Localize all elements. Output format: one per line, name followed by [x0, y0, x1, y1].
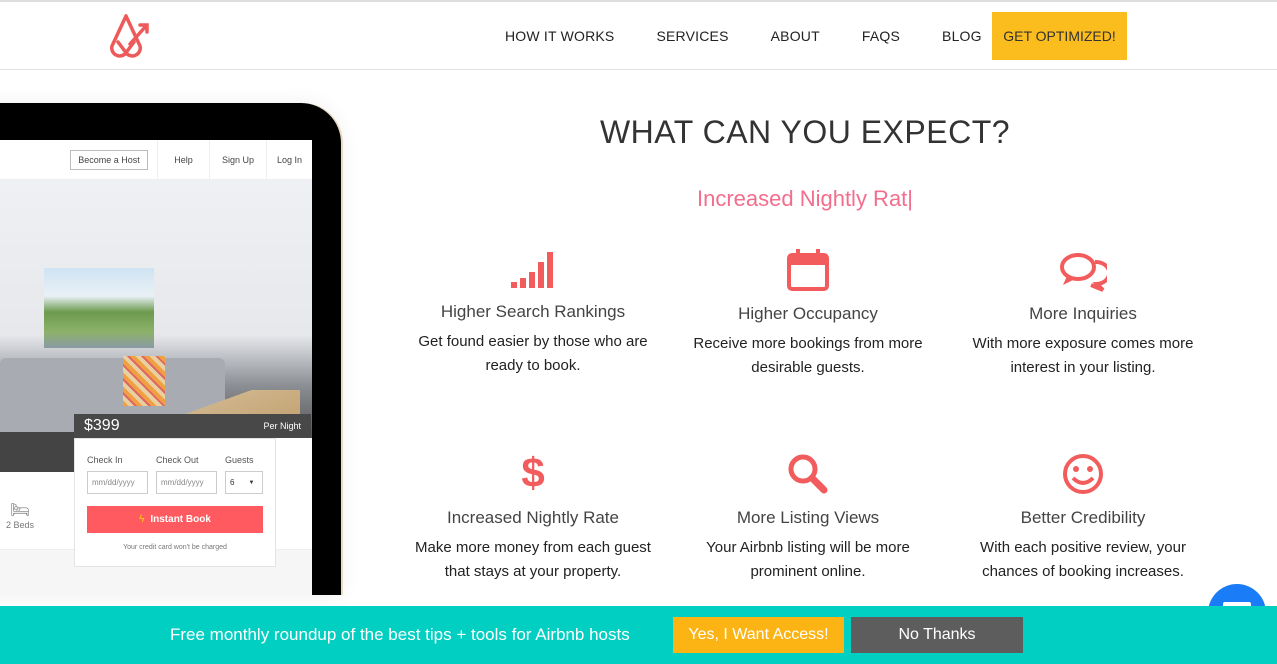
price: $399 [84, 417, 120, 434]
page-title: WHAT CAN YOU EXPECT? [599, 114, 1011, 150]
check-in-label: Check In [87, 455, 123, 465]
room-photo [0, 180, 312, 472]
bolt-icon: ϟ [139, 514, 145, 525]
check-out-label: Check Out [156, 455, 199, 465]
guests-select: 6 ▼ [225, 471, 263, 494]
site-header: HOW IT WORKS SERVICES ABOUT FAQS BLOG GE… [0, 2, 1277, 70]
feature-title: More Listing Views [736, 508, 880, 527]
subscribe-banner: Free monthly roundup of the best tips + … [0, 606, 1277, 664]
feature-more-listing-views: More Listing Views Your Airbnb listing w… [678, 452, 938, 584]
guests-label: Guests [225, 455, 254, 465]
nav-services[interactable]: SERVICES [656, 28, 728, 44]
sign-up-link: Sign Up [209, 140, 266, 180]
airbnb-listing-screenshot: Become a Host Help Sign Up Log In $399 P… [0, 140, 312, 595]
instant-book-label: Instant Book [150, 514, 211, 525]
smiley-icon [1063, 454, 1103, 494]
beds-info: 🛏 2 Beds [6, 500, 34, 530]
caret-icon: ▼ [248, 479, 255, 486]
main-nav: HOW IT WORKS SERVICES ABOUT FAQS BLOG [505, 12, 1024, 60]
feature-desc: Your Airbnb listing will be more promine… [706, 539, 910, 580]
feature-desc: Make more money from each guest that sta… [415, 539, 651, 580]
typed-subtitle: Increased Nightly Rat| [696, 186, 914, 211]
calendar-icon [787, 249, 829, 291]
feature-desc: With more exposure comes more interest i… [972, 335, 1194, 376]
feature-desc: Receive more bookings from more desirabl… [693, 335, 923, 376]
guests-value: 6 [230, 478, 235, 487]
no-thanks-button[interactable]: No Thanks [851, 617, 1023, 653]
nav-blog[interactable]: BLOG [942, 28, 982, 44]
banner-text: Free monthly roundup of the best tips + … [170, 625, 630, 644]
search-icon [788, 454, 828, 494]
logo-icon[interactable] [106, 12, 154, 60]
feature-higher-occupancy: Higher Occupancy Receive more bookings f… [678, 248, 938, 380]
instant-book-button: ϟ Instant Book [87, 506, 263, 533]
signal-bars-icon [511, 252, 553, 288]
yes-access-button[interactable]: Yes, I Want Access! [673, 617, 844, 653]
feature-better-credibility: Better Credibility With each positive re… [953, 452, 1213, 584]
price-bar: $399 Per Night [74, 414, 311, 438]
feature-increased-nightly-rate: $ Increased Nightly Rate Make more money… [403, 450, 663, 584]
log-in-link: Log In [266, 140, 312, 180]
feature-title: More Inquiries [1029, 304, 1137, 323]
nav-how-it-works[interactable]: HOW IT WORKS [505, 28, 614, 44]
check-in-input: mm/dd/yyyy [87, 471, 148, 494]
beds-label: 2 Beds [6, 520, 35, 530]
feature-title: Higher Search Rankings [440, 302, 626, 321]
pillow [123, 356, 165, 406]
dollar-icon: $ [521, 449, 545, 496]
check-out-input: mm/dd/yyyy [156, 471, 217, 494]
feature-more-inquiries: More Inquiries With more exposure comes … [953, 252, 1213, 380]
become-host-button: Become a Host [70, 150, 148, 170]
help-link: Help [157, 140, 209, 180]
feature-title: Higher Occupancy [738, 304, 878, 323]
feature-desc: With each positive review, your chances … [980, 539, 1186, 580]
booking-card: Check In Check Out Guests mm/dd/yyyy mm/… [74, 438, 276, 567]
get-optimized-button[interactable]: GET OPTIMIZED! [992, 12, 1127, 60]
painting [44, 268, 154, 348]
feature-title: Better Credibility [1020, 508, 1146, 527]
card-note: Your credit card won't be charged [123, 544, 227, 551]
mock-header: Become a Host Help Sign Up Log In [0, 140, 312, 180]
per-night: Per Night [263, 421, 301, 431]
feature-desc: Get found easier by those who are ready … [418, 333, 648, 374]
nav-faqs[interactable]: FAQS [862, 28, 900, 44]
feature-title: Increased Nightly Rate [447, 508, 619, 527]
feature-higher-search-rankings: Higher Search Rankings Get found easier … [403, 250, 663, 378]
chat-bubbles-icon [1060, 253, 1107, 292]
bed-icon: 🛏 [9, 502, 31, 519]
nav-about[interactable]: ABOUT [771, 28, 820, 44]
